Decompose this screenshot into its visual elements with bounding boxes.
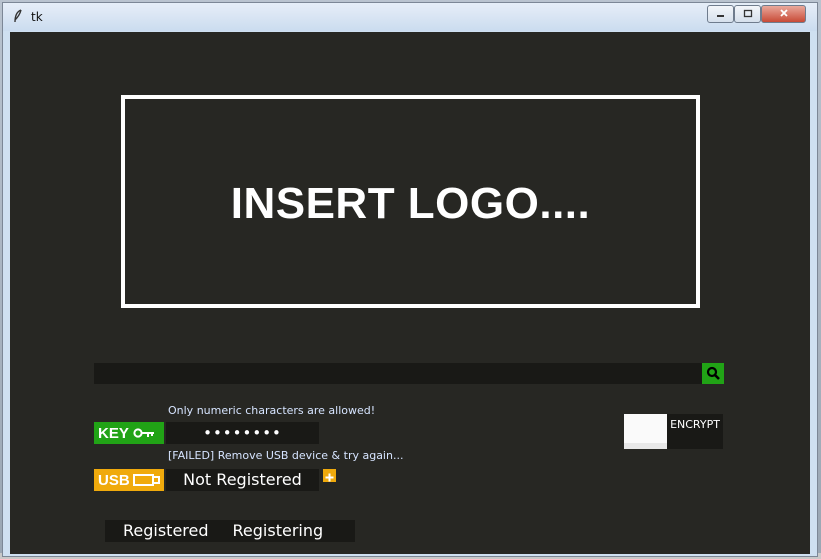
tab-registered[interactable]: Registered <box>123 520 209 542</box>
usb-label: USB <box>98 471 130 489</box>
search-icon <box>702 366 724 388</box>
usb-status: Not Registered <box>166 469 319 491</box>
usb-failed-message: [FAILED] Remove USB device & try again..… <box>168 449 404 462</box>
encrypt-button[interactable]: ENCRYPT <box>667 414 723 449</box>
plus-icon <box>323 469 336 488</box>
encrypt-indicator-shade <box>624 443 667 449</box>
usb-badge: USB <box>94 469 164 491</box>
tab-registering[interactable]: Registering <box>233 520 324 542</box>
maximize-button[interactable] <box>734 5 761 23</box>
key-password-field[interactable] <box>166 422 319 444</box>
minimize-button[interactable] <box>707 5 734 23</box>
search-button[interactable] <box>702 363 724 384</box>
title-bar[interactable]: tk <box>3 3 817 31</box>
window-title: tk <box>31 10 43 24</box>
close-button[interactable] <box>761 5 806 23</box>
search-input[interactable] <box>94 363 702 384</box>
key-icon <box>133 427 155 439</box>
app-content: INSERT LOGO.... Only numeric characters … <box>10 32 810 554</box>
registration-tabs: Registered Registering <box>105 520 355 542</box>
logo-text: INSERT LOGO.... <box>230 179 591 228</box>
tk-window: tk INSERT LOGO.... Only numeric characte… <box>2 2 818 557</box>
logo-placeholder: INSERT LOGO.... <box>121 95 700 308</box>
key-label: KEY <box>98 424 129 442</box>
add-usb-button[interactable] <box>323 469 336 482</box>
minimize-icon <box>716 8 725 21</box>
key-hint: Only numeric characters are allowed! <box>168 404 376 417</box>
usb-icon <box>132 473 161 487</box>
maximize-icon <box>743 8 753 21</box>
key-badge: KEY <box>94 422 164 444</box>
feather-icon <box>13 9 23 27</box>
close-icon <box>779 8 789 21</box>
